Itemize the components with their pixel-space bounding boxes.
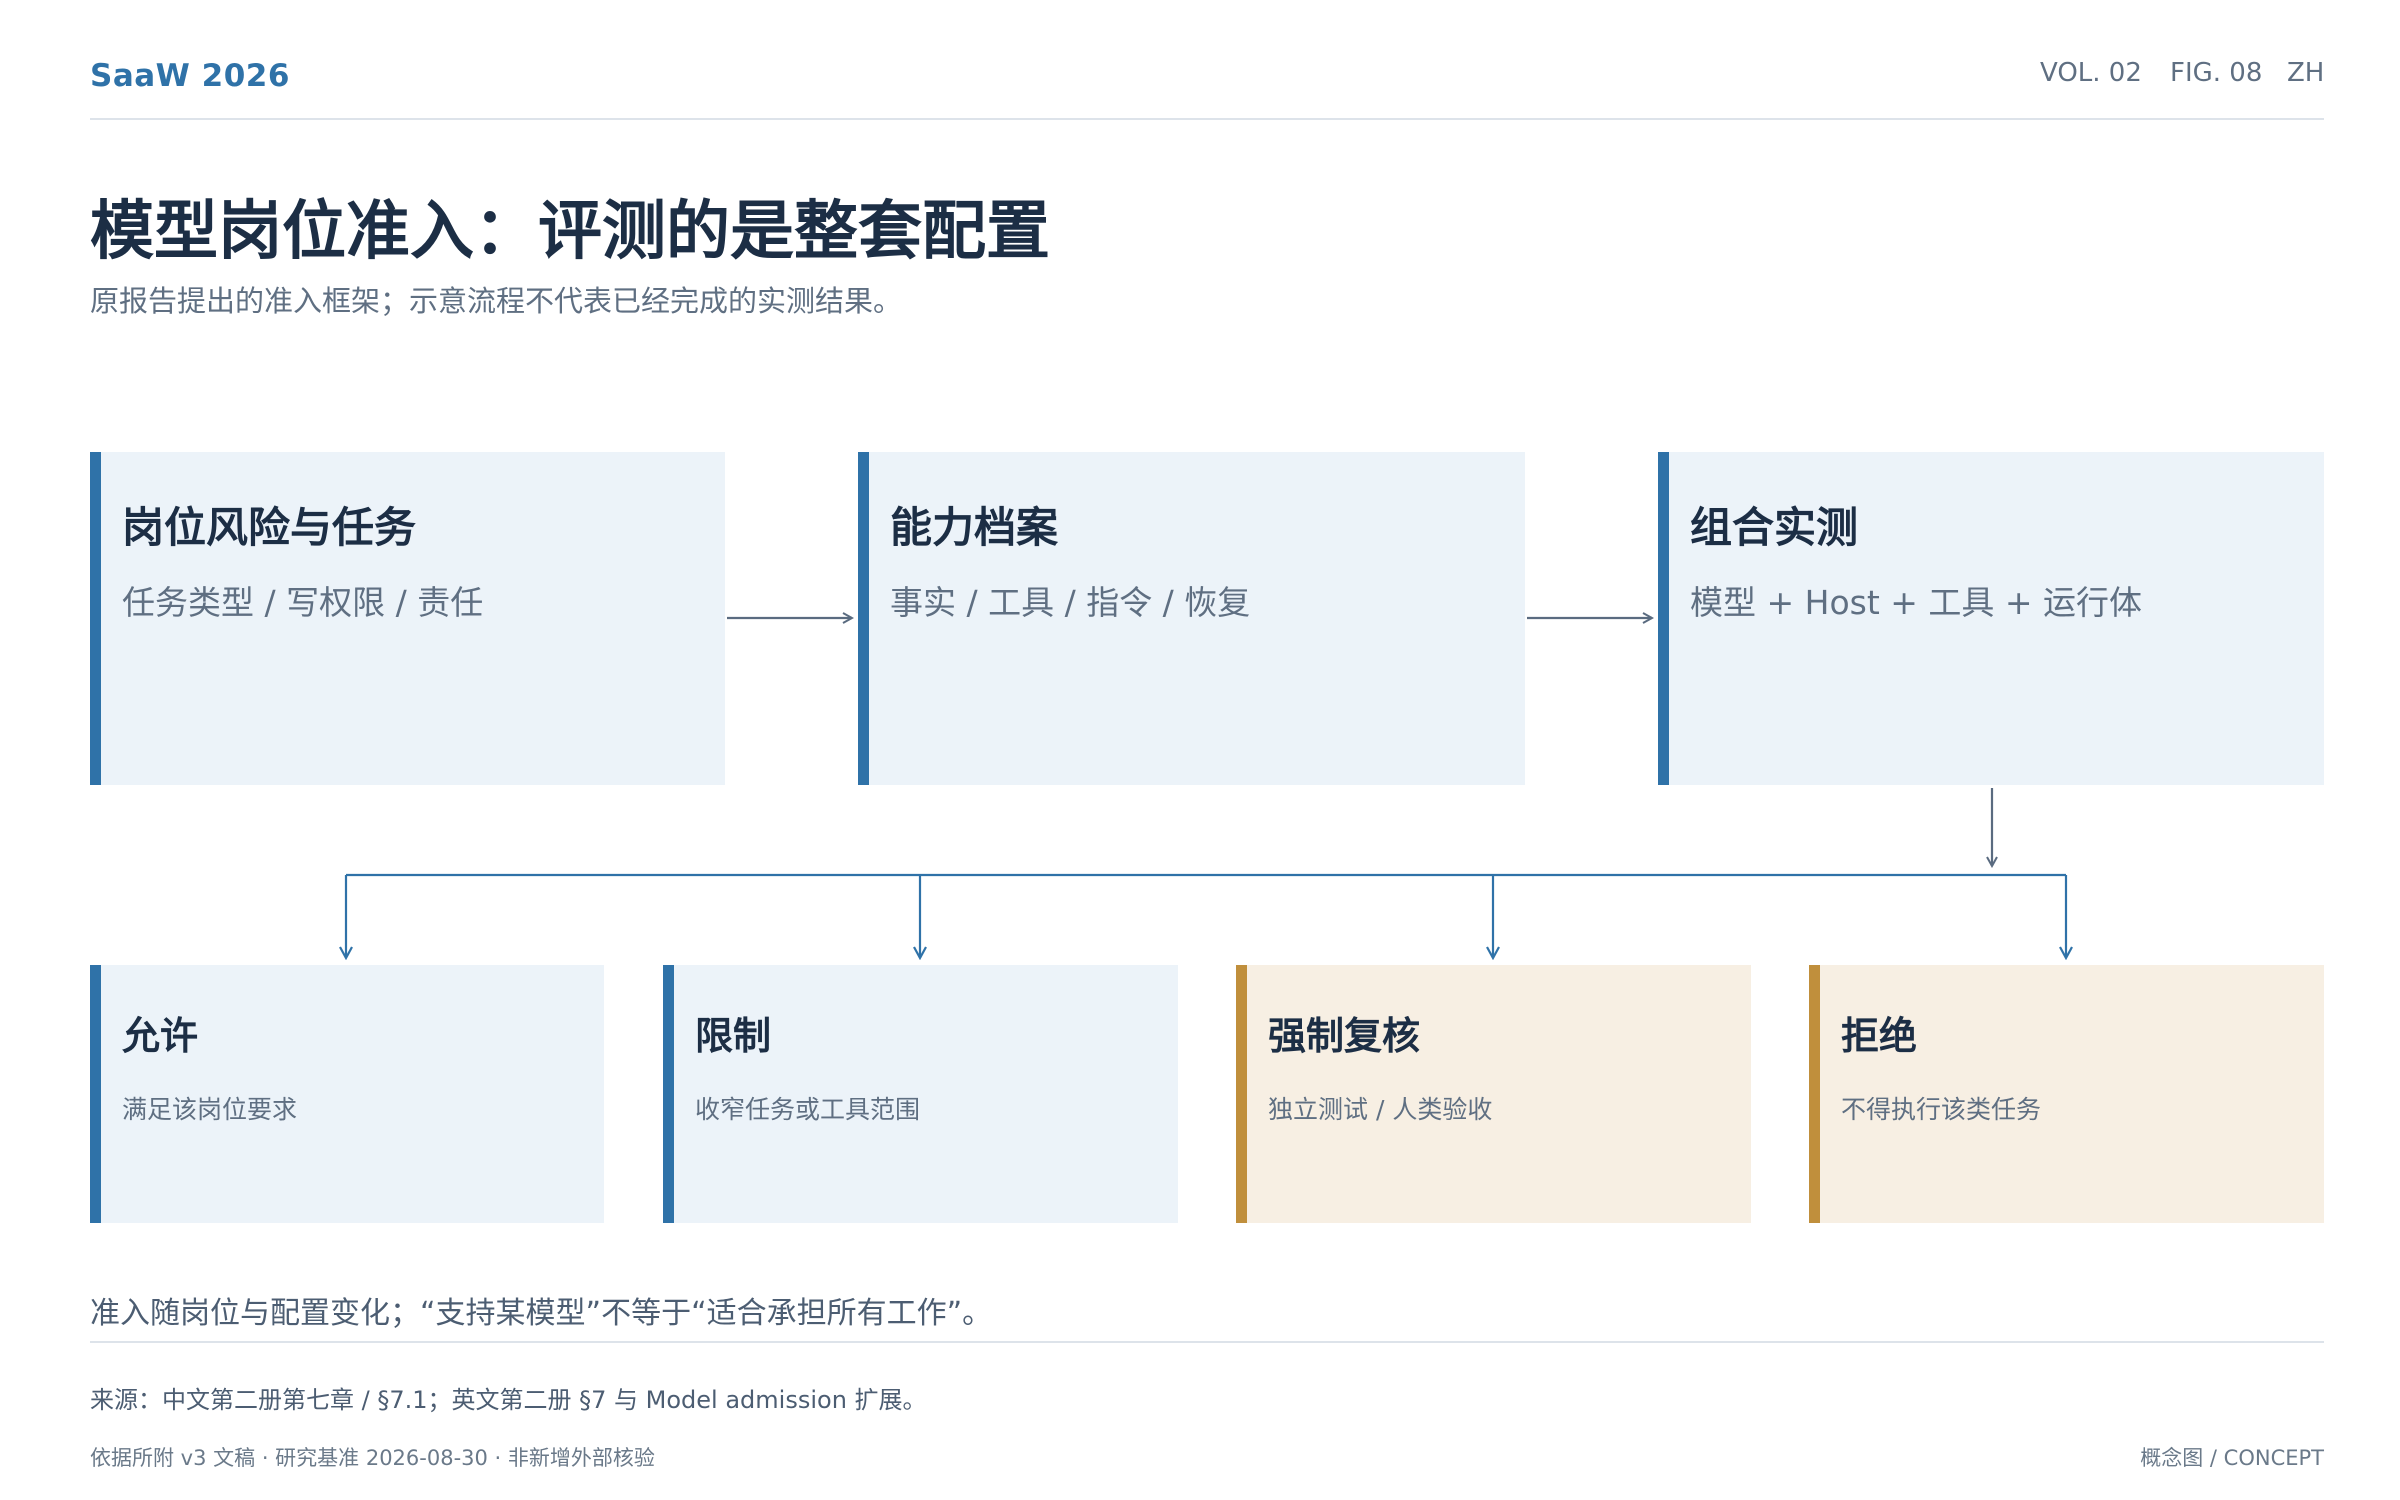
flow-box-risk-and-tasks: 岗位风险与任务 任务类型 / 写权限 / 责任	[90, 452, 725, 785]
flow-box-combined-testing: 组合实测 模型 + Host + 工具 + 运行体	[1658, 452, 2324, 785]
note-divider	[90, 1341, 2324, 1343]
box-title: 强制复核	[1268, 1014, 1421, 1058]
box-accent-bar	[90, 452, 101, 785]
box-desc: 独立测试 / 人类验收	[1268, 1095, 1493, 1124]
box-title: 拒绝	[1841, 1014, 1918, 1058]
box-title: 允许	[122, 1014, 199, 1058]
source-citation: 来源：中文第二册第七章 / §7.1；英文第二册 §7 与 Model admi…	[90, 1386, 927, 1414]
box-desc: 收窄任务或工具范围	[695, 1095, 921, 1124]
box-title: 组合实测	[1690, 503, 1859, 552]
box-desc: 满足该岗位要求	[122, 1095, 298, 1124]
outcome-box-reject: 拒绝 不得执行该类任务	[1809, 965, 2324, 1223]
box-accent-bar	[858, 452, 869, 785]
flow-box-capability-profile: 能力档案 事实 / 工具 / 指令 / 恢复	[858, 452, 1525, 785]
outcome-box-mandatory-review: 强制复核 独立测试 / 人类验收	[1236, 965, 1751, 1223]
box-desc: 事实 / 工具 / 指令 / 恢复	[890, 583, 1251, 622]
outcome-box-allow: 允许 满足该岗位要求	[90, 965, 604, 1223]
box-title: 限制	[695, 1014, 772, 1058]
admission-note: 准入随岗位与配置变化；“支持某模型”不等于“适合承担所有工作”。	[90, 1296, 993, 1331]
box-title: 岗位风险与任务	[122, 503, 417, 552]
box-accent-bar	[1809, 965, 1820, 1223]
box-accent-bar	[1658, 452, 1669, 785]
box-accent-bar	[90, 965, 101, 1223]
box-accent-bar	[1236, 965, 1247, 1223]
footer-basis: 依据所附 v3 文稿 · 研究基准 2026-08-30 · 非新增外部核验	[90, 1446, 655, 1470]
box-desc: 模型 + Host + 工具 + 运行体	[1690, 583, 2143, 622]
box-desc: 不得执行该类任务	[1841, 1095, 2042, 1124]
footer-concept-label: 概念图 / CONCEPT	[2140, 1446, 2324, 1470]
box-title: 能力档案	[890, 503, 1059, 552]
box-accent-bar	[663, 965, 674, 1223]
outcome-box-restrict: 限制 收窄任务或工具范围	[663, 965, 1178, 1223]
box-desc: 任务类型 / 写权限 / 责任	[122, 583, 484, 622]
